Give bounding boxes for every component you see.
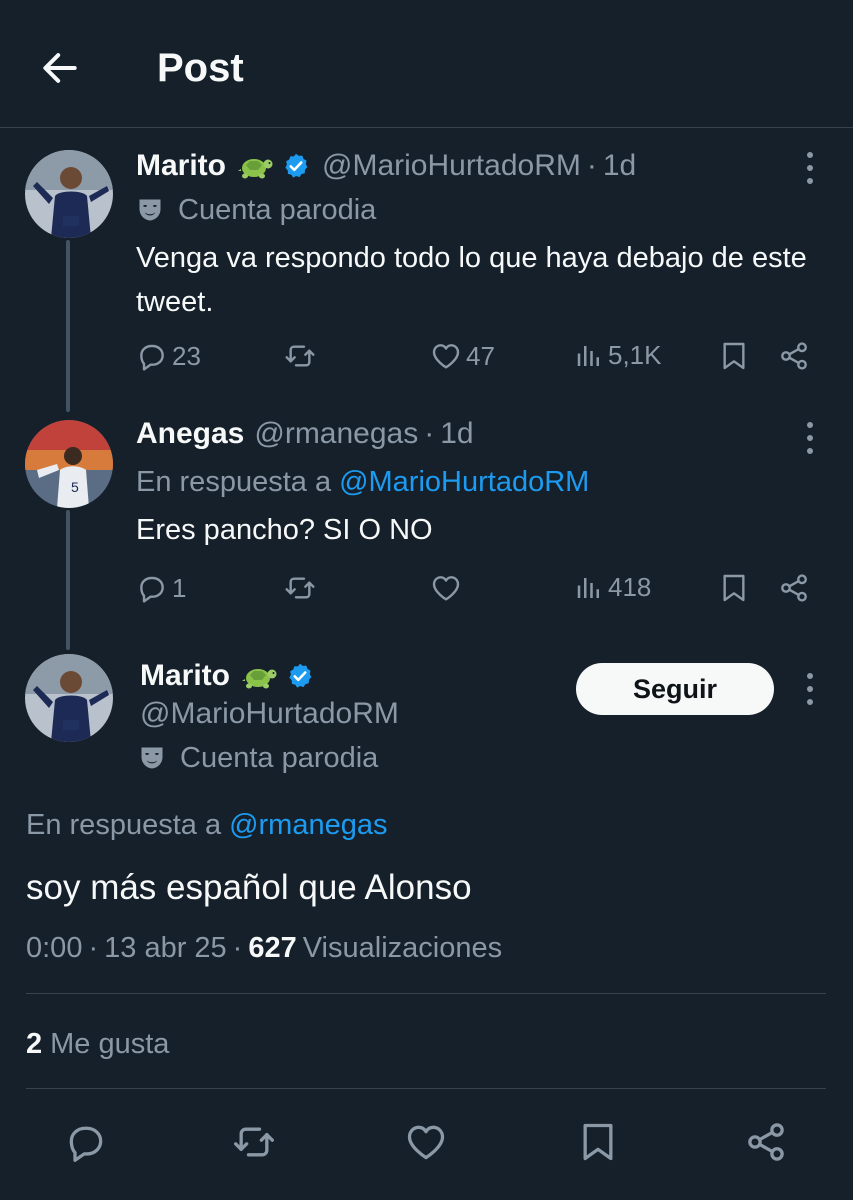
reply-count: 1 (172, 572, 187, 603)
reply-to-link[interactable]: @MarioHurtadoRM (339, 466, 589, 499)
parody-label: Cuenta parodia (136, 190, 376, 230)
views-count: 418 (608, 572, 652, 602)
views-count: 627 (248, 931, 297, 964)
tweet-time[interactable]: 1d (440, 417, 473, 451)
tweet-date[interactable]: 13 abr 25 (104, 932, 227, 965)
author-name[interactable]: Marito (136, 149, 226, 183)
author-handle[interactable]: @MarioHurtadoRM (322, 149, 581, 183)
parody-mask-icon (138, 744, 166, 772)
page-title: Post (157, 46, 244, 90)
separator-dot: · (88, 931, 99, 964)
avatar[interactable] (25, 150, 113, 238)
more-options-icon[interactable] (806, 422, 814, 454)
like-icon (404, 1120, 448, 1164)
top-bar: Post (0, 0, 853, 128)
retweet-icon (232, 1120, 276, 1164)
like-button[interactable] (404, 1120, 448, 1164)
like-count: 47 (466, 340, 495, 371)
likes-summary[interactable]: 2 Me gusta (26, 1024, 169, 1064)
bookmark-button[interactable] (576, 1120, 620, 1164)
bookmark-icon (576, 1120, 620, 1164)
thread-line (66, 240, 70, 412)
avatar[interactable] (25, 654, 113, 742)
retweet-icon (284, 572, 316, 604)
tweet-text: Venga va respondo todo lo que haya debaj… (136, 242, 807, 318)
like-icon (430, 340, 462, 372)
more-options-icon[interactable] (806, 673, 814, 705)
verified-badge-icon (286, 662, 314, 690)
views-icon (574, 573, 604, 603)
likes-count: 2 (26, 1027, 43, 1060)
share-icon (778, 572, 810, 604)
author-name[interactable]: Marito (140, 659, 230, 693)
bookmark-icon (718, 572, 750, 604)
turtle-emoji-icon (240, 661, 278, 691)
author-name[interactable]: Anegas (136, 417, 244, 451)
share-button[interactable] (778, 340, 810, 372)
main-handle-row: @MarioHurtadoRM (140, 694, 399, 734)
author-handle[interactable]: @MarioHurtadoRM (140, 697, 399, 731)
verified-badge-icon (282, 152, 310, 180)
parody-text: Cuenta parodia (178, 193, 377, 226)
more-options-icon[interactable] (806, 152, 814, 184)
reply-icon (64, 1120, 108, 1164)
reply-button[interactable] (64, 1120, 108, 1164)
views-icon (574, 341, 604, 371)
reply-button[interactable]: 1 (136, 572, 186, 604)
tweet-time[interactable]: 0:00 (26, 932, 82, 965)
reply-prefix: En respuesta a (26, 808, 222, 841)
tweet-meta: 0:00 · 13 abr 25 · 627 Visualizaciones (26, 928, 502, 968)
bookmark-button[interactable] (718, 340, 750, 372)
like-button[interactable]: 47 (430, 340, 495, 372)
tweet-time[interactable]: 1d (603, 149, 636, 183)
like-button[interactable] (430, 572, 466, 604)
share-button[interactable] (778, 572, 810, 604)
thread-line (66, 510, 70, 650)
views-count: 5,1K (608, 340, 662, 370)
author-handle[interactable]: @rmanegas (254, 417, 418, 451)
divider (26, 993, 826, 994)
parody-text: Cuenta parodia (180, 741, 379, 774)
avatar[interactable]: 5 (25, 420, 113, 508)
main-tweet-text: soy más español que Alonso (26, 868, 472, 907)
reply-to-link[interactable]: @rmanegas (229, 809, 387, 842)
bookmark-button[interactable] (718, 572, 750, 604)
retweet-button[interactable] (232, 1120, 276, 1164)
svg-text:5: 5 (71, 479, 79, 495)
reply-count: 23 (172, 340, 201, 371)
turtle-emoji-icon (236, 151, 274, 181)
reply-icon (136, 340, 168, 372)
back-arrow-icon[interactable] (38, 46, 82, 90)
retweet-button[interactable] (284, 340, 320, 372)
tweet-header: Marito @MarioHurtadoRM · 1d (136, 146, 636, 186)
reply-context: En respuesta a @rmanegas (26, 805, 387, 845)
like-icon (430, 572, 462, 604)
reply-button[interactable]: 23 (136, 340, 201, 372)
parody-mask-icon (136, 196, 164, 224)
reply-prefix: En respuesta a (136, 465, 332, 498)
share-icon (744, 1120, 788, 1164)
separator-dot: · (232, 931, 243, 964)
likes-label: Me gusta (50, 1027, 170, 1060)
reply-icon (136, 572, 168, 604)
follow-button[interactable]: Seguir (576, 663, 774, 715)
bookmark-icon (718, 340, 750, 372)
views-button[interactable]: 5,1K (574, 340, 662, 371)
retweet-button[interactable] (284, 572, 320, 604)
views-button[interactable]: 418 (574, 572, 651, 603)
separator-dot: · (586, 149, 597, 182)
divider (26, 1088, 826, 1089)
share-button[interactable] (744, 1120, 788, 1164)
main-author-row: Marito (140, 656, 314, 696)
views-label: Visualizaciones (302, 931, 503, 964)
parody-label: Cuenta parodia (138, 738, 378, 778)
reply-context: En respuesta a @MarioHurtadoRM (136, 462, 589, 502)
tweet-text: Eres pancho? SI O NO (136, 514, 433, 546)
retweet-icon (284, 340, 316, 372)
tweet-header: Anegas @rmanegas · 1d (136, 414, 474, 454)
separator-dot: · (424, 417, 435, 450)
share-icon (778, 340, 810, 372)
